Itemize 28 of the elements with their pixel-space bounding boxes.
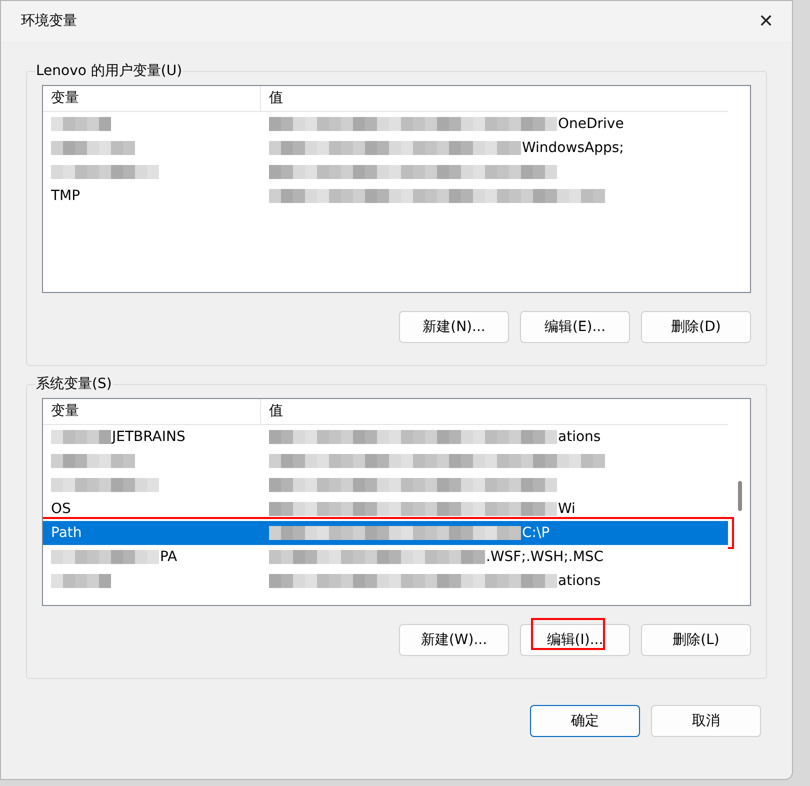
list-row[interactable]: Path C:\P	[43, 521, 728, 545]
table-cell-text: ations	[558, 572, 601, 590]
action-button[interactable]: 删除(L)	[641, 624, 751, 656]
table-cell-text: JETBRAINS	[112, 428, 186, 446]
column-header[interactable]: 变量	[51, 88, 79, 109]
table-cell-text: PA	[160, 548, 178, 566]
action-button[interactable]: 编辑(I)...	[520, 624, 630, 656]
table-cell-text: Wi	[558, 500, 576, 518]
close-button[interactable]: ✕	[748, 6, 784, 36]
table-cell-text: OneDrive	[558, 114, 624, 134]
window-title: 环境变量	[21, 12, 77, 30]
table-cell-text: Path	[51, 524, 82, 542]
table-cell-text: .WSF;.WSH;.MSC	[486, 548, 604, 566]
column-header[interactable]: 值	[269, 88, 283, 109]
action-button[interactable]: 新建(W)...	[399, 624, 509, 656]
scrollbar-thumb[interactable]	[738, 481, 742, 511]
column-header[interactable]: 值	[269, 401, 283, 422]
table-cell-text: OS	[51, 500, 71, 518]
action-button[interactable]: 新建(N)...	[399, 311, 509, 343]
table-cell-text: WindowsApps;	[522, 138, 624, 158]
dialog-button[interactable]: 取消	[651, 705, 761, 737]
action-button[interactable]: 删除(D)	[641, 311, 751, 343]
dialog-button[interactable]: 确定	[530, 705, 640, 737]
table-cell-text: TMP	[51, 186, 80, 206]
action-button[interactable]: 编辑(E)...	[520, 311, 630, 343]
column-header[interactable]: 变量	[51, 401, 79, 422]
table-cell-text: ations	[558, 428, 601, 446]
table-cell-text: C:\P	[522, 524, 550, 542]
